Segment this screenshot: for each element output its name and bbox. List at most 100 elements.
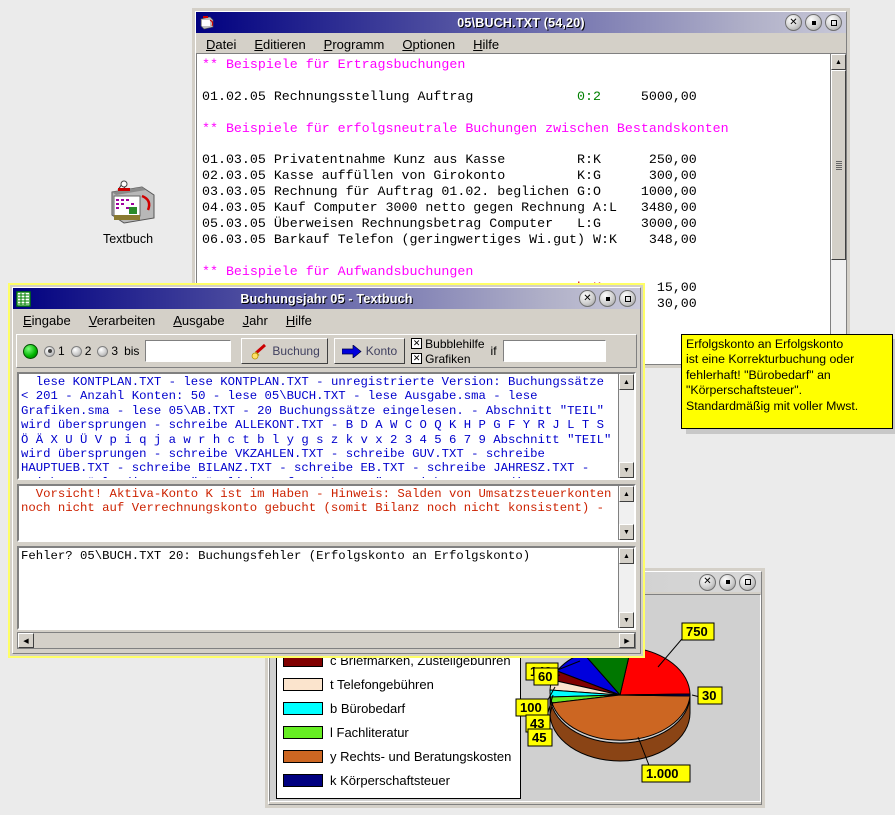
tooltip-line: fehlerhaft! "Bürobedarf" an — [686, 368, 888, 383]
pie-data-label: 100 — [520, 700, 542, 715]
pie-data-label: 60 — [538, 669, 552, 684]
buchung-button[interactable]: Buchung — [241, 338, 327, 364]
log-output-error[interactable]: Fehler? 05\BUCH.TXT 20: Buchungsfehler (… — [17, 546, 636, 630]
minimize-icon[interactable] — [599, 290, 616, 307]
editor-titlebar[interactable]: 05\BUCH.TXT (54,20) ✕ — [196, 12, 846, 33]
scroll-right-icon[interactable]: ▶ — [619, 633, 635, 648]
radio-1-label: 1 — [58, 344, 65, 358]
radio-2[interactable] — [71, 346, 82, 357]
radio-3-label: 3 — [111, 344, 118, 358]
maximize-icon[interactable] — [619, 290, 636, 307]
minimize-icon[interactable] — [719, 574, 736, 591]
radio-1[interactable] — [44, 346, 55, 357]
scroll-left-icon[interactable]: ◀ — [18, 633, 34, 648]
book-titlebar[interactable]: Buchungsjahr 05 - Textbuch ✕ — [13, 288, 640, 309]
close-icon[interactable]: ✕ — [579, 290, 596, 307]
scroll-down-icon[interactable]: ▼ — [619, 462, 634, 478]
tooltip-line: Standardmäßig mit voller Mwst. — [686, 399, 888, 414]
legend-swatch — [283, 726, 323, 739]
scrollbar-track[interactable] — [619, 390, 634, 462]
log-warning-scrollbar[interactable]: ▲ ▼ — [618, 486, 634, 540]
menu-ausgabe[interactable]: Ausgabe — [173, 313, 224, 328]
menu-hilfe[interactable]: Hilfe — [473, 37, 499, 52]
buchung-button-label: Buchung — [272, 344, 319, 358]
textbuch-program-icon — [98, 178, 158, 228]
editor-title: 05\BUCH.TXT (54,20) — [196, 16, 846, 30]
legend-item: b Bürobedarf — [277, 696, 520, 720]
menu-editieren[interactable]: Editieren — [254, 37, 305, 52]
minimize-icon[interactable] — [805, 14, 822, 31]
legend-label: y Rechts- und Beratungskosten — [330, 749, 511, 764]
log-output-warning[interactable]: Vorsicht! Aktiva-Konto K ist im Haben - … — [17, 484, 636, 542]
radio-group-3[interactable]: 3 — [97, 344, 118, 358]
menu-jahr[interactable]: Jahr — [243, 313, 268, 328]
tooltip-line: Erfolgskonto an Erfolgskonto — [686, 337, 888, 352]
checkbox-grafiken-label: Grafiken — [425, 352, 470, 366]
menu-verarbeiten[interactable]: Verarbeiten — [89, 313, 156, 328]
maximize-icon[interactable] — [825, 14, 842, 31]
legend-item: y Rechts- und Beratungskosten — [277, 744, 520, 768]
radio-group-2[interactable]: 2 — [71, 344, 92, 358]
radio-3[interactable] — [97, 346, 108, 357]
legend-swatch — [283, 750, 323, 763]
bis-input[interactable] — [145, 340, 231, 362]
maximize-icon[interactable] — [739, 574, 756, 591]
desktop-icon-label: Textbuch — [88, 232, 168, 246]
log-error-scrollbar[interactable]: ▲ ▼ — [618, 548, 634, 628]
pen-icon — [249, 343, 268, 360]
if-label: if — [491, 344, 497, 358]
scroll-down-icon[interactable]: ▼ — [619, 612, 634, 628]
log-output-main[interactable]: lese KONTPLAN.TXT - lese KONTPLAN.TXT - … — [17, 372, 636, 480]
status-led-green — [23, 344, 38, 359]
close-icon[interactable]: ✕ — [785, 14, 802, 31]
legend-item: k Körperschaftsteuer — [277, 768, 520, 792]
checkbox-bubblehilfe[interactable]: ✕ Bubblehilfe — [411, 337, 484, 351]
menu-programm[interactable]: Programm — [324, 37, 385, 52]
editor-menubar[interactable]: Datei Editieren Programm Optionen Hilfe — [196, 33, 846, 55]
tooltip-line: "Körperschaftsteuer". — [686, 383, 888, 398]
legend-label: t Telefongebühren — [330, 677, 434, 692]
radio-2-label: 2 — [85, 344, 92, 358]
book-title: Buchungsjahr 05 - Textbuch — [13, 292, 640, 306]
konto-button-label: Konto — [366, 344, 397, 358]
scrollbar-track[interactable] — [619, 564, 634, 612]
book-menubar[interactable]: Eingabe Verarbeiten Ausgabe Jahr Hilfe — [13, 309, 640, 331]
scroll-up-icon[interactable]: ▲ — [831, 54, 846, 70]
checkbox-icon[interactable]: ✕ — [411, 338, 422, 349]
scrollbar-thumb[interactable] — [831, 70, 846, 260]
scroll-up-icon[interactable]: ▲ — [619, 374, 634, 390]
log-warning-text: Vorsicht! Aktiva-Konto K ist im Haben - … — [19, 486, 618, 540]
pie-data-label: 30 — [702, 688, 716, 703]
menu-datei[interactable]: Datei — [206, 37, 236, 52]
pie-data-label: 45 — [532, 730, 546, 745]
ledger-book-icon — [15, 290, 32, 307]
desktop-icon-textbuch[interactable]: Textbuch — [88, 178, 168, 246]
menu-hilfe[interactable]: Hilfe — [286, 313, 312, 328]
checkbox-grafiken[interactable]: ✕ Grafiken — [411, 352, 484, 366]
menu-optionen[interactable]: Optionen — [402, 37, 455, 52]
checkbox-icon[interactable]: ✕ — [411, 353, 422, 364]
pie-data-label: 750 — [686, 624, 708, 639]
booking-year-window[interactable]: Buchungsjahr 05 - Textbuch ✕ Eingabe Ver… — [8, 283, 645, 658]
checkbox-bubblehilfe-label: Bubblehilfe — [425, 337, 484, 351]
konto-button[interactable]: Konto — [334, 338, 405, 364]
book-toolbar[interactable]: 1 2 3 bis Buchun — [16, 334, 637, 368]
bis-label: bis — [124, 344, 139, 358]
tooltip-line: ist eine Korrekturbuchung oder — [686, 352, 888, 367]
log-main-scrollbar[interactable]: ▲ ▼ — [618, 374, 634, 478]
radio-group-1[interactable]: 1 — [44, 344, 65, 358]
if-input[interactable] — [503, 340, 606, 362]
legend-label: k Körperschaftsteuer — [330, 773, 450, 788]
scroll-up-icon[interactable]: ▲ — [619, 548, 634, 564]
log-main-text: lese KONTPLAN.TXT - lese KONTPLAN.TXT - … — [19, 374, 618, 478]
book-horizontal-scrollbar[interactable]: ◀ ▶ — [17, 632, 636, 649]
scrollbar-track[interactable] — [619, 502, 634, 524]
close-icon[interactable]: ✕ — [699, 574, 716, 591]
scrollbar-track[interactable] — [831, 70, 846, 364]
editor-vertical-scrollbar[interactable]: ▲ — [830, 54, 846, 364]
legend-label: l Fachliteratur — [330, 725, 409, 740]
scroll-up-icon[interactable]: ▲ — [619, 486, 634, 502]
scroll-down-icon[interactable]: ▼ — [619, 524, 634, 540]
menu-eingabe[interactable]: Eingabe — [23, 313, 71, 328]
legend-swatch — [283, 774, 323, 787]
